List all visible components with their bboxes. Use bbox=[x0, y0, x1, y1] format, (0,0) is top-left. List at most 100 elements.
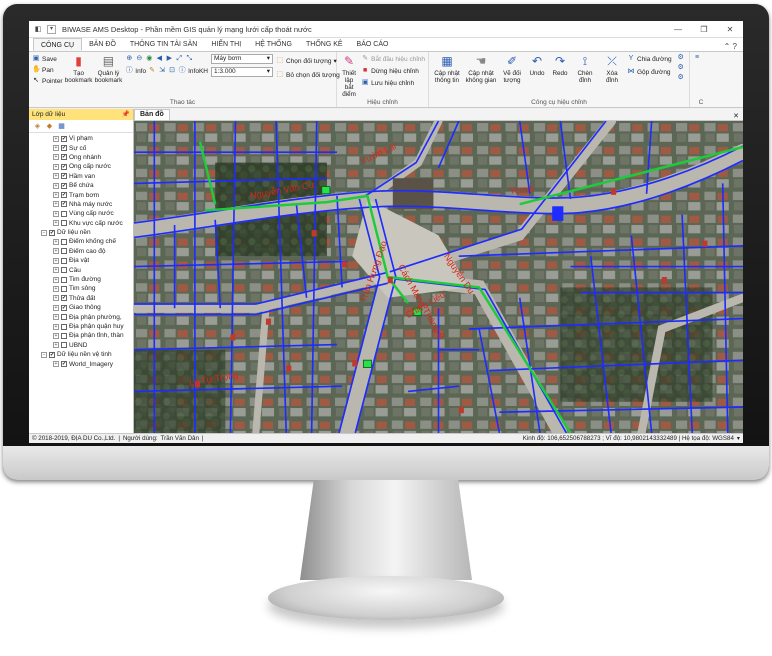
expand-icon[interactable]: + bbox=[53, 192, 59, 199]
layer-checkbox[interactable] bbox=[61, 267, 67, 274]
expand-icon[interactable]: + bbox=[53, 163, 59, 170]
tab-hien-thi[interactable]: HIỂN THỊ bbox=[204, 38, 248, 51]
layer-tree-item[interactable]: + Địa phận phường, bbox=[29, 312, 133, 321]
layer-tree-item[interactable]: + ✔ Nhà máy nước bbox=[29, 200, 133, 209]
start-edit-button[interactable]: ✎ Bắt đầu hiệu chỉnh bbox=[361, 54, 425, 64]
layer-tree-item[interactable]: − ✔ Dữ liệu nền vệ tinh bbox=[29, 350, 133, 359]
expand-icon[interactable]: + bbox=[53, 248, 59, 255]
expand-icon[interactable]: + bbox=[53, 342, 59, 349]
layer-checkbox[interactable] bbox=[61, 342, 67, 349]
select-feature-button[interactable]: ⬚ Chọn đối tượng ▾ bbox=[276, 56, 340, 66]
layer-checkbox[interactable]: ✔ bbox=[61, 304, 67, 311]
layer-tree-item[interactable]: + Địa phận tỉnh, thàn bbox=[29, 331, 133, 340]
layer-tree-item[interactable]: + ✔ Vị phạm bbox=[29, 134, 133, 143]
expand-icon[interactable]: + bbox=[53, 238, 59, 245]
scale-select[interactable]: 1:3.000 ▾ bbox=[210, 67, 273, 77]
collapse-icon[interactable]: − bbox=[41, 351, 47, 358]
delete-vertex-button[interactable]: ⤫ Xóa đỉnh bbox=[600, 54, 624, 97]
restore-button[interactable]: ❐ bbox=[691, 25, 717, 34]
expand-icon[interactable]: + bbox=[53, 257, 59, 264]
layer-tree-item[interactable]: + Tim sông bbox=[29, 284, 133, 293]
layer-checkbox[interactable]: ✔ bbox=[49, 229, 55, 236]
layer-tree-item[interactable]: + ✔ Ống cấp nước bbox=[29, 162, 133, 171]
layer-tree-item[interactable]: + ✔ Bể chứa bbox=[29, 181, 133, 190]
layer-tree-item[interactable]: + UBND bbox=[29, 341, 133, 350]
zoom-in-icon[interactable]: ⊕ bbox=[125, 55, 133, 63]
layer-checkbox[interactable]: ✔ bbox=[61, 135, 67, 142]
layer-tree-item[interactable]: + ✔ Giao thông bbox=[29, 303, 133, 312]
layer-tree-item[interactable]: + ✔ World_Imagery bbox=[29, 359, 133, 368]
tab-ban-do[interactable]: BẢN ĐỒ bbox=[82, 38, 123, 51]
clear-selection-button[interactable]: ⬚ Bỏ chọn đối tượng bbox=[276, 70, 340, 80]
undo-button[interactable]: ↶ Undo bbox=[527, 54, 547, 97]
customer-info-icon[interactable]: ⓘ bbox=[178, 67, 186, 75]
snap-settings-button[interactable]: ✎ Thiết lập bắt điểm bbox=[340, 54, 358, 98]
layer-tree-item[interactable]: + Điểm cao độ bbox=[29, 247, 133, 256]
layer-checkbox[interactable] bbox=[61, 276, 67, 283]
redo-button[interactable]: ↷ Redo bbox=[550, 54, 570, 97]
globe-icon[interactable]: ◉ bbox=[145, 55, 153, 63]
layer-checkbox[interactable]: ✔ bbox=[61, 163, 67, 170]
info-icon[interactable]: ⓘ bbox=[125, 67, 133, 75]
quick-access-icon[interactable]: ▾ bbox=[47, 24, 56, 34]
full-extent-icon[interactable]: ⤢ bbox=[175, 55, 183, 63]
layer-checkbox[interactable]: ✔ bbox=[61, 361, 67, 368]
pencil-icon[interactable]: ✎ bbox=[148, 67, 156, 75]
map-canvas[interactable]: Nguyễn Văn Cừ Vườn Lài Cách Mạng Tháng 8… bbox=[134, 121, 743, 433]
close-button[interactable]: ✕ bbox=[717, 25, 743, 34]
layer-checkbox[interactable] bbox=[61, 314, 67, 321]
layer-checkbox[interactable] bbox=[61, 248, 67, 255]
info-button[interactable]: Info bbox=[135, 68, 146, 75]
layer-checkbox[interactable] bbox=[61, 220, 67, 227]
layer-tree-item[interactable]: + ✔ Sự cố bbox=[29, 143, 133, 152]
layer-checkbox[interactable] bbox=[61, 238, 67, 245]
create-bookmark-button[interactable]: ▮ Tạo bookmark bbox=[65, 54, 93, 97]
layer-tree-item[interactable]: + Tim đường bbox=[29, 275, 133, 284]
layer-checkbox[interactable]: ✔ bbox=[61, 295, 67, 302]
expand-icon[interactable]: + bbox=[53, 295, 59, 302]
expand-icon[interactable]: + bbox=[53, 314, 59, 321]
layer-tree-item[interactable]: + ✔ Hầm van bbox=[29, 172, 133, 181]
draw-feature-button[interactable]: ✐ Vẽ đối tượng bbox=[500, 54, 524, 97]
layer-group-icon[interactable]: ▦ bbox=[57, 122, 66, 131]
expand-icon[interactable]: + bbox=[53, 285, 59, 292]
expand-icon[interactable]: + bbox=[53, 267, 59, 274]
pointer-button[interactable]: ↖ Pointer bbox=[32, 76, 63, 86]
layer-checkbox[interactable] bbox=[61, 257, 67, 264]
tab-thong-ke[interactable]: THỐNG KÊ bbox=[299, 38, 350, 51]
layer-checkbox[interactable]: ✔ bbox=[61, 192, 67, 199]
expand-icon[interactable]: + bbox=[53, 154, 59, 161]
tab-cong-cu[interactable]: CÔNG CỤ bbox=[33, 38, 83, 51]
layer-tree-item[interactable]: + Điểm khống chế bbox=[29, 237, 133, 246]
layer-tree-item[interactable]: + Cầu bbox=[29, 265, 133, 274]
layer-tree-item[interactable]: − ✔ Dữ liệu nền bbox=[29, 228, 133, 237]
layer-checkbox[interactable] bbox=[61, 285, 67, 292]
pin-icon[interactable]: 📌 bbox=[122, 109, 130, 120]
arrow-left-icon[interactable]: ◀ bbox=[155, 55, 163, 63]
close-icon[interactable]: ✕ bbox=[733, 112, 739, 120]
layer-tree-item[interactable]: + Khu vực cấp nước bbox=[29, 219, 133, 228]
minimize-button[interactable]: — bbox=[665, 25, 691, 34]
basemap-select[interactable]: Máy bơm ▾ bbox=[210, 54, 273, 64]
layer-tree-item[interactable]: + Địa phận quận huy bbox=[29, 322, 133, 331]
insert-vertex-button[interactable]: ⟟ Chèn đỉnh bbox=[573, 54, 597, 97]
save-button[interactable]: ▣ Save bbox=[32, 54, 63, 64]
identify-icon[interactable]: ⊡ bbox=[168, 67, 176, 75]
expand-icon[interactable]: + bbox=[53, 323, 59, 330]
expand-icon[interactable]: + bbox=[53, 201, 59, 208]
layer-order-icon[interactable]: ◆ bbox=[45, 122, 54, 131]
layer-tree-item[interactable]: + Địa vật bbox=[29, 256, 133, 265]
layer-checkbox[interactable] bbox=[61, 323, 67, 330]
stop-edit-button[interactable]: ■ Dừng hiệu chỉnh bbox=[361, 66, 425, 76]
update-info-button[interactable]: ▦ Cập nhật thông tin bbox=[432, 54, 462, 97]
zoom-out-icon[interactable]: ⊖ bbox=[135, 55, 143, 63]
expand-icon[interactable]: + bbox=[53, 220, 59, 227]
tool-icon[interactable]: ⚙ bbox=[677, 64, 685, 72]
layer-tree-item[interactable]: + ✔ Thửa đất bbox=[29, 294, 133, 303]
layer-tree-item[interactable]: + ✔ Ống nhánh bbox=[29, 153, 133, 162]
tab-he-thong[interactable]: HỆ THỐNG bbox=[248, 38, 299, 51]
collapse-icon[interactable]: − bbox=[41, 229, 47, 236]
chevron-down-icon[interactable]: ▾ bbox=[737, 435, 740, 442]
pan-button[interactable]: ✋ Pan bbox=[32, 65, 63, 75]
layer-checkbox[interactable] bbox=[61, 332, 67, 339]
